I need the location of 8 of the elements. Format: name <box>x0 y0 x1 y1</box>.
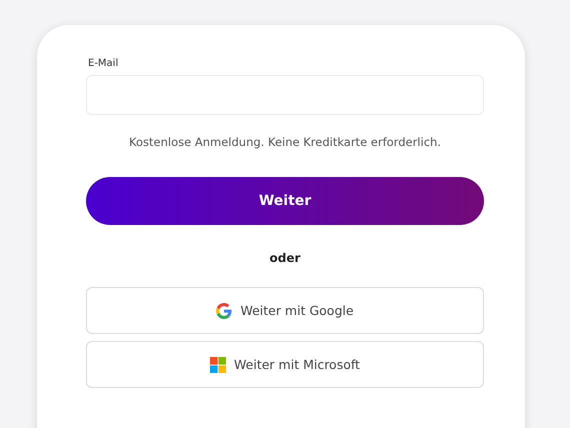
continue-button[interactable]: Weiter <box>86 177 484 225</box>
sign-in-with-provider-button[interactable]: Weiter mit Microsoft <box>86 341 484 388</box>
four-squares-icon <box>210 356 226 372</box>
google-g-icon <box>216 302 232 318</box>
or-divider-text: oder <box>268 251 302 265</box>
email-label: E-Mail <box>88 58 120 69</box>
sign-in-with-provider-button[interactable]: Weiter mit Google <box>86 287 484 334</box>
signup-note: Kostenlose Anmeldung. Keine Kreditkarte erforderlich. <box>128 135 442 151</box>
